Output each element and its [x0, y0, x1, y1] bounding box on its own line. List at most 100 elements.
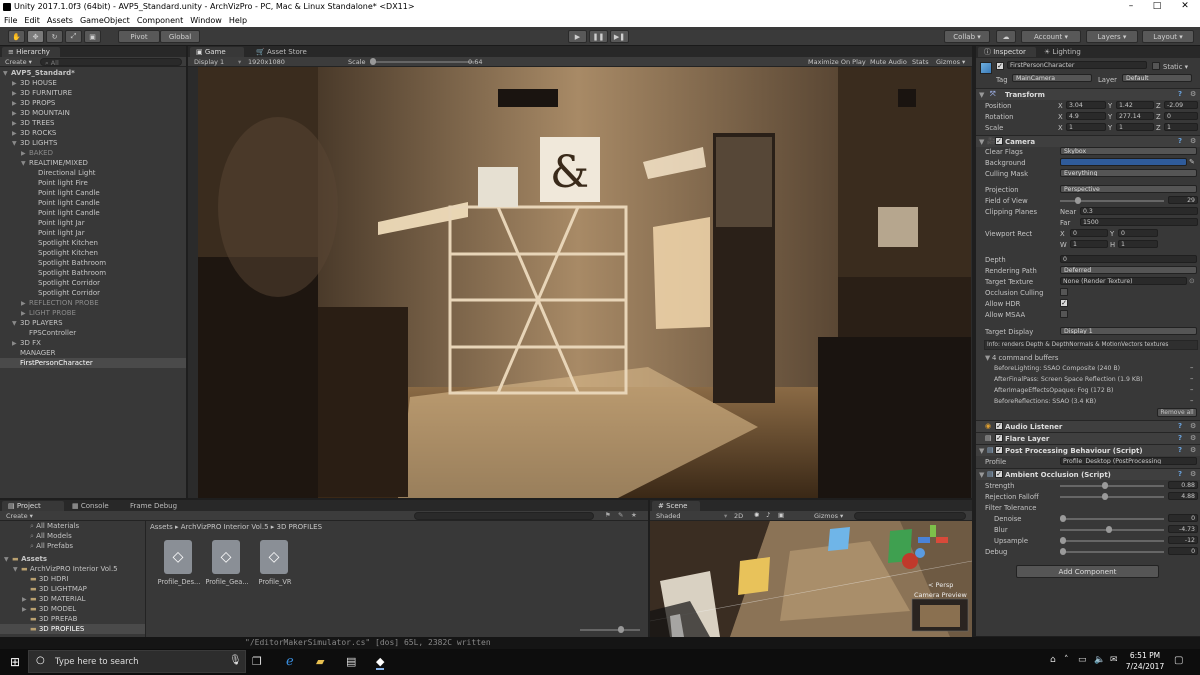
post-processing-checkbox[interactable]: ✓: [995, 446, 1003, 454]
project-breadcrumb[interactable]: Assets ▸ ArchVizPRO Interior Vol.5 ▸ 3D …: [150, 523, 322, 531]
tab-console[interactable]: ▦ Console: [66, 501, 114, 511]
layer-dropdown[interactable]: Default: [1122, 74, 1192, 82]
edge-browser-icon[interactable]: ℯ: [286, 654, 294, 669]
hierarchy-item[interactable]: ▼ 3D LIGHTS: [0, 138, 186, 148]
hierarchy-item[interactable]: ▶ 3D HOUSE: [0, 78, 186, 88]
menu-assets[interactable]: Assets: [47, 16, 73, 25]
hierarchy-item[interactable]: Spotlight Corridor: [0, 278, 186, 288]
strength-slider[interactable]: [1060, 485, 1164, 487]
settings-gear-icon[interactable]: ⚙: [1190, 90, 1196, 98]
project-create-button[interactable]: Create ▾: [6, 512, 33, 520]
y-axis-cone-icon[interactable]: [930, 525, 936, 537]
hierarchy-item[interactable]: Point light Jar: [0, 218, 186, 228]
hierarchy-item[interactable]: Spotlight Bathroom: [0, 258, 186, 268]
help-icon[interactable]: ?: [1178, 470, 1182, 478]
language-icon[interactable]: ✉: [1110, 655, 1118, 665]
windows-start-icon[interactable]: ⊞: [10, 655, 20, 669]
remove-buffer-button[interactable]: –: [1190, 397, 1193, 405]
hierarchy-item[interactable]: Point light Candle: [0, 208, 186, 218]
background-color-swatch[interactable]: [1060, 158, 1187, 166]
debug-slider[interactable]: [1060, 551, 1164, 553]
projection-dropdown[interactable]: Perspective: [1060, 185, 1197, 193]
help-icon[interactable]: ?: [1178, 137, 1182, 145]
fov-slider-knob[interactable]: [1075, 197, 1081, 204]
mute-audio-toggle[interactable]: Mute Audio: [870, 58, 907, 66]
minimize-button[interactable]: –: [1118, 1, 1144, 11]
clock-time[interactable]: 6:51 PM: [1124, 651, 1166, 660]
position-x-field[interactable]: 3.04: [1066, 101, 1106, 109]
people-icon[interactable]: ⌂: [1050, 655, 1056, 665]
allow-msaa-checkbox[interactable]: [1060, 310, 1068, 318]
settings-gear-icon[interactable]: ⚙: [1190, 422, 1196, 430]
clear-flags-dropdown[interactable]: Skybox: [1060, 147, 1197, 155]
perspective-label[interactable]: < Persp: [928, 581, 953, 589]
strength-slider-knob[interactable]: [1102, 482, 1108, 489]
scale-x-field[interactable]: 1: [1066, 123, 1106, 131]
scale-z-field[interactable]: 1: [1164, 123, 1198, 131]
maximize-button[interactable]: □: [1144, 1, 1170, 11]
file-explorer-icon[interactable]: ▰: [316, 655, 324, 668]
volume-icon[interactable]: 🔈: [1094, 655, 1105, 665]
menu-component[interactable]: Component: [137, 16, 183, 25]
project-folder-item[interactable]: ▬ 3D LIGHTMAP: [0, 584, 145, 594]
effects-toggle-icon[interactable]: ▣: [778, 511, 784, 519]
upsample-value[interactable]: -12: [1168, 536, 1198, 544]
remove-buffer-button[interactable]: –: [1190, 375, 1193, 383]
asset-tile[interactable]: ◇ Profile_Des...: [156, 540, 202, 586]
static-checkbox[interactable]: [1152, 62, 1160, 70]
taskbar-search-box[interactable]: ○ Type here to search 🎙: [28, 650, 246, 673]
viewport-y-field[interactable]: 0: [1118, 229, 1158, 237]
play-button[interactable]: ▶: [568, 30, 587, 43]
lighting-toggle-icon[interactable]: ✺: [754, 511, 759, 519]
tab-project[interactable]: ▤ Project: [2, 501, 64, 511]
hand-tool-icon[interactable]: ✋: [8, 30, 25, 43]
gameobject-active-checkbox[interactable]: ✓: [996, 62, 1004, 70]
rotation-x-field[interactable]: 4.9: [1066, 112, 1106, 120]
fov-value[interactable]: 29: [1168, 196, 1198, 204]
culling-mask-dropdown[interactable]: Everything: [1060, 169, 1197, 177]
task-view-icon[interactable]: ❐: [252, 655, 262, 668]
2d-toggle[interactable]: 2D: [734, 512, 743, 520]
layers-dropdown[interactable]: Layers ▾: [1086, 30, 1138, 43]
store-icon[interactable]: ▤: [346, 655, 356, 668]
tab-game[interactable]: ▣ Game: [190, 47, 244, 57]
hierarchy-item[interactable]: ▶ 3D PROPS: [0, 98, 186, 108]
menu-file[interactable]: File: [4, 16, 17, 25]
remove-all-button[interactable]: Remove all: [1157, 408, 1197, 417]
hierarchy-item[interactable]: ▶ 3D MOUNTAIN: [0, 108, 186, 118]
viewport-x-field[interactable]: 0: [1070, 229, 1108, 237]
help-icon[interactable]: ?: [1178, 422, 1182, 430]
step-button[interactable]: ▶❚: [610, 30, 629, 43]
upsample-slider[interactable]: [1060, 540, 1164, 542]
settings-gear-icon[interactable]: ⚙: [1190, 434, 1196, 442]
add-component-button[interactable]: Add Component: [1016, 565, 1159, 578]
cloud-button[interactable]: ☁: [996, 30, 1016, 43]
gameobject-name-field[interactable]: FirstPersonCharacter: [1007, 61, 1147, 69]
project-folder-item[interactable]: ▶ ▬ 3D MODEL: [0, 604, 145, 614]
hierarchy-item[interactable]: FirstPersonCharacter: [0, 358, 186, 368]
viewport-w-field[interactable]: 1: [1070, 240, 1108, 248]
hierarchy-item[interactable]: Spotlight Corridor: [0, 288, 186, 298]
target-texture-field[interactable]: None (Render Texture): [1060, 277, 1187, 285]
shading-mode-dropdown[interactable]: Shaded: [656, 512, 680, 520]
project-folder-item[interactable]: ▼ ▬ ArchVizPRO Interior Vol.5: [0, 564, 145, 574]
hierarchy-item[interactable]: ▶ REFLECTION PROBE: [0, 298, 186, 308]
filter-by-type-icon[interactable]: ⚑: [605, 511, 611, 519]
denoise-value[interactable]: 0: [1168, 514, 1198, 522]
hierarchy-item[interactable]: Point light Candle: [0, 188, 186, 198]
stats-toggle[interactable]: Stats: [912, 58, 929, 66]
debug-slider-knob[interactable]: [1060, 548, 1066, 555]
assets-root-folder[interactable]: ▼ ▬ Assets: [0, 554, 145, 564]
scene-gizmos-dropdown[interactable]: Gizmos ▾: [814, 512, 843, 520]
hierarchy-search-input[interactable]: ⌕ All: [40, 58, 182, 67]
denoise-slider[interactable]: [1060, 518, 1164, 520]
depth-field[interactable]: 0: [1060, 255, 1197, 263]
icon-size-slider[interactable]: [580, 629, 640, 631]
project-search-input[interactable]: [414, 512, 594, 520]
hierarchy-item[interactable]: Spotlight Kitchen: [0, 238, 186, 248]
scene-viewport[interactable]: < Persp Camera Preview: [650, 521, 972, 637]
project-folder-item[interactable]: ▶ ▬ 3D MATERIAL: [0, 594, 145, 604]
rotate-tool-icon[interactable]: ↻: [46, 30, 63, 43]
close-button[interactable]: ✕: [1172, 1, 1198, 11]
target-display-dropdown[interactable]: Display 1: [1060, 327, 1197, 335]
